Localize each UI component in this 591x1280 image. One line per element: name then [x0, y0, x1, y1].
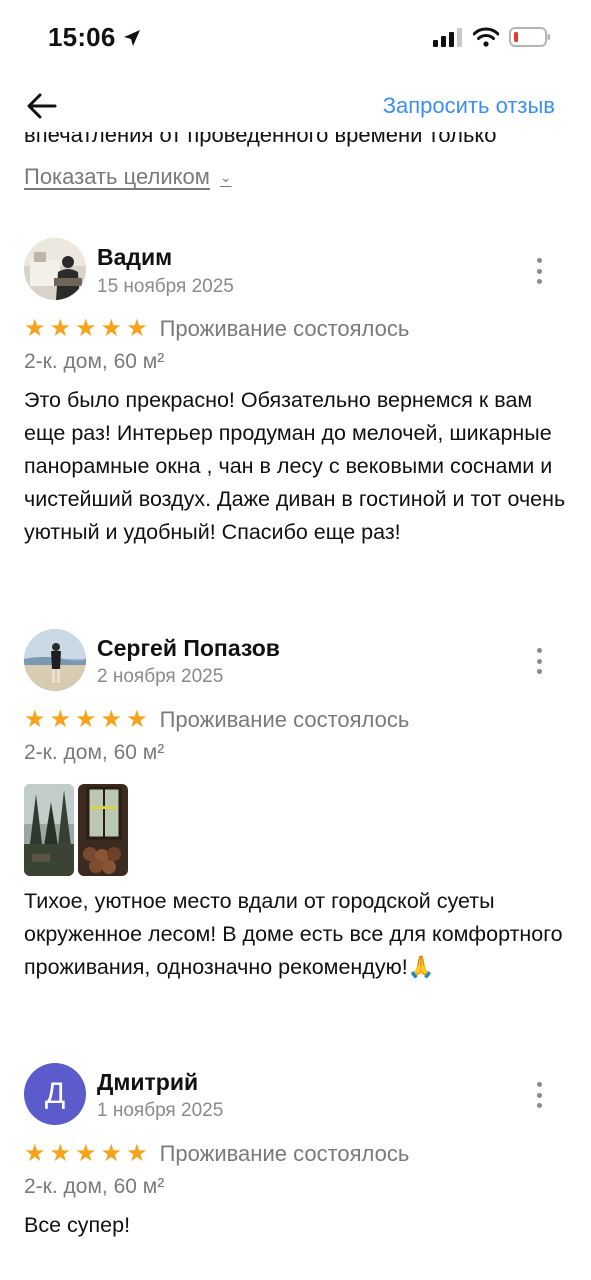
star-icon: ★: [100, 1140, 123, 1167]
review-photos: [24, 784, 128, 876]
review-text: Тихое, уютное место вдали от городской с…: [24, 889, 563, 979]
more-dot-icon: [536, 1082, 542, 1087]
arrow-left-icon: [27, 93, 57, 119]
chevron-down-icon: ⌄: [219, 168, 232, 185]
star-icon: ★: [75, 706, 97, 733]
star-icon: ★: [49, 706, 72, 733]
top-nav: Запросить отзыв: [0, 80, 591, 132]
review-text: Все супер!: [24, 1213, 131, 1237]
wifi-icon: [473, 27, 499, 47]
review-photo-thumbnail[interactable]: [24, 784, 74, 876]
more-dot-icon: [536, 279, 542, 284]
star-icon: ★: [49, 315, 72, 342]
star-icon: ★: [75, 1140, 97, 1167]
more-options-button[interactable]: [531, 648, 547, 674]
star-rating: ★ ★ ★ ★ ★: [24, 1142, 148, 1166]
star-icon: ★: [126, 706, 148, 733]
review-date: 15 ноября 2025: [97, 276, 234, 297]
rating-row: ★ ★ ★ ★ ★ Проживание состоялось: [24, 707, 409, 733]
review-text: Это было прекрасно! Обязательно вернемся…: [24, 388, 566, 544]
review-date: 1 ноября 2025: [97, 1100, 224, 1121]
reviewer-name: Дмитрий: [97, 1069, 199, 1095]
request-review-link[interactable]: Запросить отзыв: [383, 93, 555, 119]
room-type: 2-к. дом, 60 м²: [24, 1175, 165, 1198]
status-time: 15:06: [48, 22, 142, 53]
location-arrow-icon: [123, 29, 140, 46]
more-dot-icon: [536, 658, 542, 664]
more-dot-icon: [536, 648, 542, 653]
avatar[interactable]: [24, 629, 86, 691]
more-options-button[interactable]: [531, 258, 547, 284]
more-options-button[interactable]: [531, 1082, 547, 1108]
room-type: 2-к. дом, 60 м²: [24, 350, 165, 373]
more-dot-icon: [536, 669, 542, 674]
star-rating: ★ ★ ★ ★ ★: [24, 708, 148, 732]
star-rating: ★ ★ ★ ★ ★: [24, 317, 148, 341]
more-dot-icon: [536, 258, 542, 263]
stay-status: Проживание состоялось: [159, 707, 410, 732]
avatar[interactable]: [24, 238, 86, 300]
review-date: 2 ноября 2025: [97, 666, 224, 687]
star-icon: ★: [126, 1140, 148, 1167]
avatar[interactable]: Д: [24, 1063, 86, 1125]
rating-row: ★ ★ ★ ★ ★ Проживание состоялось: [24, 1141, 409, 1167]
status-icons: [433, 26, 551, 48]
stay-status: Проживание состоялось: [159, 1141, 410, 1166]
star-icon: ★: [24, 1140, 46, 1167]
show-full-link[interactable]: Показать целиком ⌄: [24, 164, 232, 190]
star-icon: ★: [100, 706, 123, 733]
battery-low-icon: [509, 27, 550, 47]
clock-text: 15:06: [48, 22, 116, 52]
more-dot-icon: [536, 1103, 542, 1108]
stay-status: Проживание состоялось: [159, 316, 410, 341]
reviewer-name: Сергей Попазов: [97, 635, 280, 661]
star-icon: ★: [75, 315, 97, 342]
back-button[interactable]: [22, 88, 62, 124]
star-icon: ★: [24, 706, 46, 733]
room-type: 2-к. дом, 60 м²: [24, 741, 165, 764]
star-icon: ★: [24, 315, 46, 342]
signal-icon: [433, 28, 462, 47]
star-icon: ★: [100, 315, 123, 342]
star-icon: ★: [126, 315, 148, 342]
avatar-letter: Д: [44, 1077, 66, 1110]
show-full-label: Показать целиком: [24, 164, 210, 189]
status-bar: 15:06: [0, 0, 591, 80]
review-photo-thumbnail[interactable]: [78, 784, 128, 876]
more-dot-icon: [536, 268, 542, 274]
rating-row: ★ ★ ★ ★ ★ Проживание состоялось: [24, 316, 409, 342]
reviewer-name: Вадим: [97, 244, 173, 270]
star-icon: ★: [49, 1140, 72, 1167]
more-dot-icon: [536, 1092, 542, 1098]
